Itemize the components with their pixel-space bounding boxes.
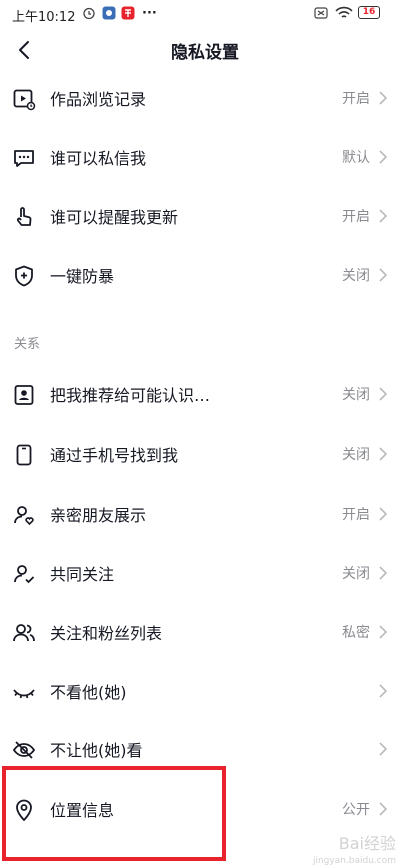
chevron-right-icon	[379, 387, 388, 401]
chevron-right-icon	[379, 150, 388, 164]
status-more: ···	[142, 6, 157, 21]
section-title-relations: 关系	[14, 337, 41, 352]
highlight-annotation-box	[2, 766, 226, 861]
users-icon	[13, 624, 35, 642]
page-title: 隐私设置	[171, 43, 239, 63]
row-anti-harassment[interactable]: 一键防暴 关闭	[0, 246, 410, 305]
row-value: 关闭	[342, 268, 370, 284]
row-value: 开启	[342, 209, 370, 225]
closed-eye-icon	[13, 689, 35, 699]
watermark-logo: Bai经验	[338, 834, 396, 853]
row-label: 亲密朋友展示	[50, 506, 147, 525]
contact-card-icon	[14, 385, 34, 405]
row-find-by-phone[interactable]: 通过手机号找到我 关闭	[0, 425, 410, 484]
row-value: 私密	[342, 625, 370, 641]
status-time: 上午10:12	[12, 10, 76, 25]
row-label: 通过手机号找到我	[50, 446, 179, 465]
phone-icon	[16, 444, 32, 466]
chevron-right-icon	[379, 625, 388, 639]
row-label: 把我推荐给可能认识…	[50, 386, 211, 405]
row-mutual-follow[interactable]: 共同关注 关闭	[0, 544, 410, 603]
shield-plus-icon	[15, 265, 33, 287]
row-value: 开启	[342, 91, 370, 107]
row-value: 关闭	[342, 387, 370, 403]
row-label: 谁可以私信我	[50, 149, 147, 168]
chevron-right-icon	[379, 684, 388, 698]
eye-slash-icon	[12, 741, 36, 759]
row-close-friends[interactable]: 亲密朋友展示 开启	[0, 485, 410, 544]
row-value: 公开	[342, 802, 370, 818]
chevron-right-icon	[379, 91, 388, 105]
row-work-history[interactable]: 作品浏览记录 开启	[0, 69, 410, 128]
row-label: 谁可以提醒我更新	[50, 208, 179, 227]
row-value: 默认	[342, 150, 370, 166]
sim-off-icon	[314, 7, 328, 19]
chevron-right-icon	[379, 268, 388, 282]
user-heart-icon	[14, 506, 34, 526]
wifi-icon	[335, 6, 353, 18]
alarm-icon	[83, 7, 95, 20]
app-notification-icon	[102, 6, 116, 20]
chevron-right-icon	[379, 447, 388, 461]
row-recommend-me[interactable]: 把我推荐给可能认识… 关闭	[0, 365, 410, 424]
watermark-url: jingyan.baidu.com	[312, 856, 396, 866]
row-label: 共同关注	[50, 565, 115, 584]
row-label: 作品浏览记录	[50, 90, 147, 109]
chevron-right-icon	[379, 742, 388, 756]
row-label: 不看他(她)	[50, 683, 127, 702]
row-follow-fans-list[interactable]: 关注和粉丝列表 私密	[0, 603, 410, 662]
row-label: 关注和粉丝列表	[50, 624, 163, 643]
battery-icon: 16	[358, 6, 380, 19]
video-history-icon	[13, 89, 36, 111]
row-label: 一键防暴	[50, 267, 115, 286]
row-value: 关闭	[342, 566, 370, 582]
row-who-can-remind[interactable]: 谁可以提醒我更新 开启	[0, 187, 410, 246]
row-dont-see-them[interactable]: 不看他(她)	[0, 662, 410, 721]
finger-tap-icon	[16, 207, 32, 226]
row-who-can-message[interactable]: 谁可以私信我 默认	[0, 128, 410, 187]
status-bar: 上午10:12 ··· 16	[0, 0, 410, 28]
chevron-right-icon	[379, 802, 388, 816]
chevron-right-icon	[379, 209, 388, 223]
message-icon	[14, 150, 34, 167]
row-value: 开启	[342, 507, 370, 523]
chevron-right-icon	[379, 507, 388, 521]
nav-header: 隐私设置	[0, 28, 410, 72]
row-label: 不让他(她)看	[50, 741, 143, 760]
taobao-notification-icon	[121, 6, 135, 20]
row-value: 关闭	[342, 447, 370, 463]
chevron-right-icon	[379, 566, 388, 580]
user-check-icon	[14, 565, 35, 584]
